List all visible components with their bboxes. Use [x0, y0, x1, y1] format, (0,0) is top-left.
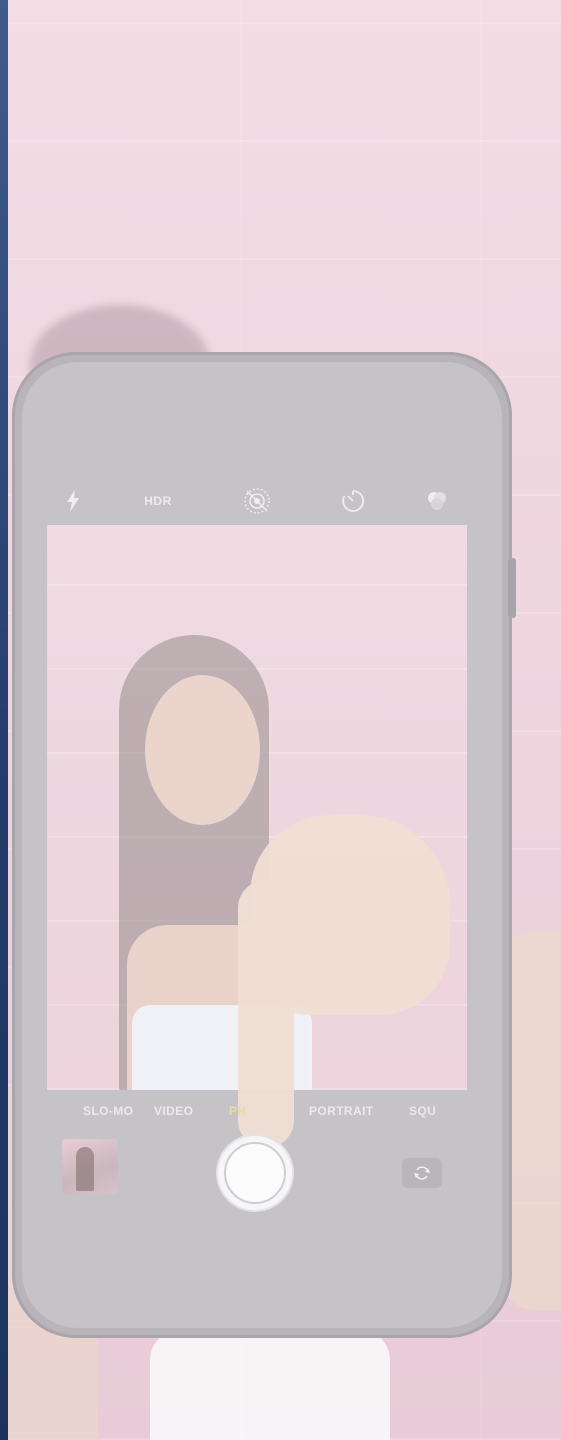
subject-face	[145, 675, 260, 825]
mode-video[interactable]: VIDEO	[154, 1104, 193, 1118]
mode-photo[interactable]: PH	[229, 1104, 246, 1118]
sleeve	[150, 1330, 390, 1440]
mode-square[interactable]: SQU	[409, 1104, 436, 1118]
phone-side-button	[508, 558, 516, 618]
photo-scene: HDR SLO-MO VIDEO PH PORTRAIT SQU	[0, 0, 561, 1440]
live-photo-icon[interactable]	[240, 478, 274, 524]
mode-portrait[interactable]: PORTRAIT	[309, 1104, 374, 1118]
filters-icon[interactable]	[420, 478, 454, 524]
flash-icon[interactable]	[58, 478, 88, 524]
left-edge-strip	[0, 0, 8, 1440]
hdr-toggle[interactable]: HDR	[136, 478, 180, 524]
last-photo-thumbnail[interactable]	[62, 1139, 118, 1195]
camera-flip-icon[interactable]	[402, 1158, 442, 1188]
timer-icon[interactable]	[336, 478, 370, 524]
camera-mode-selector: SLO-MO VIDEO PH PORTRAIT SQU	[47, 1096, 467, 1126]
camera-top-controls: HDR	[40, 478, 480, 524]
mode-slo-mo[interactable]: SLO-MO	[83, 1104, 133, 1118]
thumbnail-subject	[76, 1147, 94, 1191]
shutter-button[interactable]	[218, 1136, 292, 1210]
